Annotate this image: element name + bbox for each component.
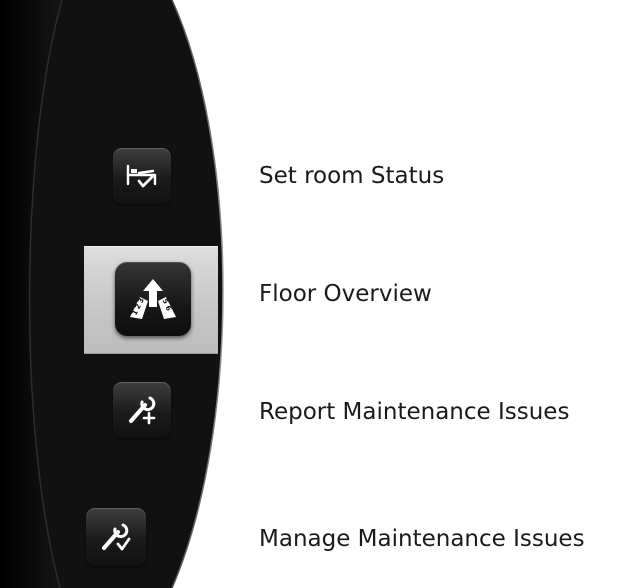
manage-maintenance-label[interactable]: Manage Maintenance Issues (259, 526, 585, 552)
wrench-plus-icon (129, 396, 156, 425)
set-room-status-label[interactable]: Set room Status (259, 163, 444, 189)
report-maintenance-label[interactable]: Report Maintenance Issues (259, 399, 569, 425)
manage-maintenance-button[interactable] (86, 508, 146, 566)
wrench-check-icon (102, 523, 131, 551)
floors-arrow-icon: 1 2 3 5 6 (130, 279, 176, 319)
floor-overview-button[interactable]: 1 2 3 5 6 (115, 262, 191, 336)
set-room-status-button[interactable] (113, 148, 171, 204)
bed-check-icon (126, 164, 157, 188)
side-menu-panel: 1 2 3 5 6 (0, 0, 228, 588)
floor-overview-label[interactable]: Floor Overview (259, 281, 432, 307)
report-maintenance-button[interactable] (113, 382, 171, 438)
